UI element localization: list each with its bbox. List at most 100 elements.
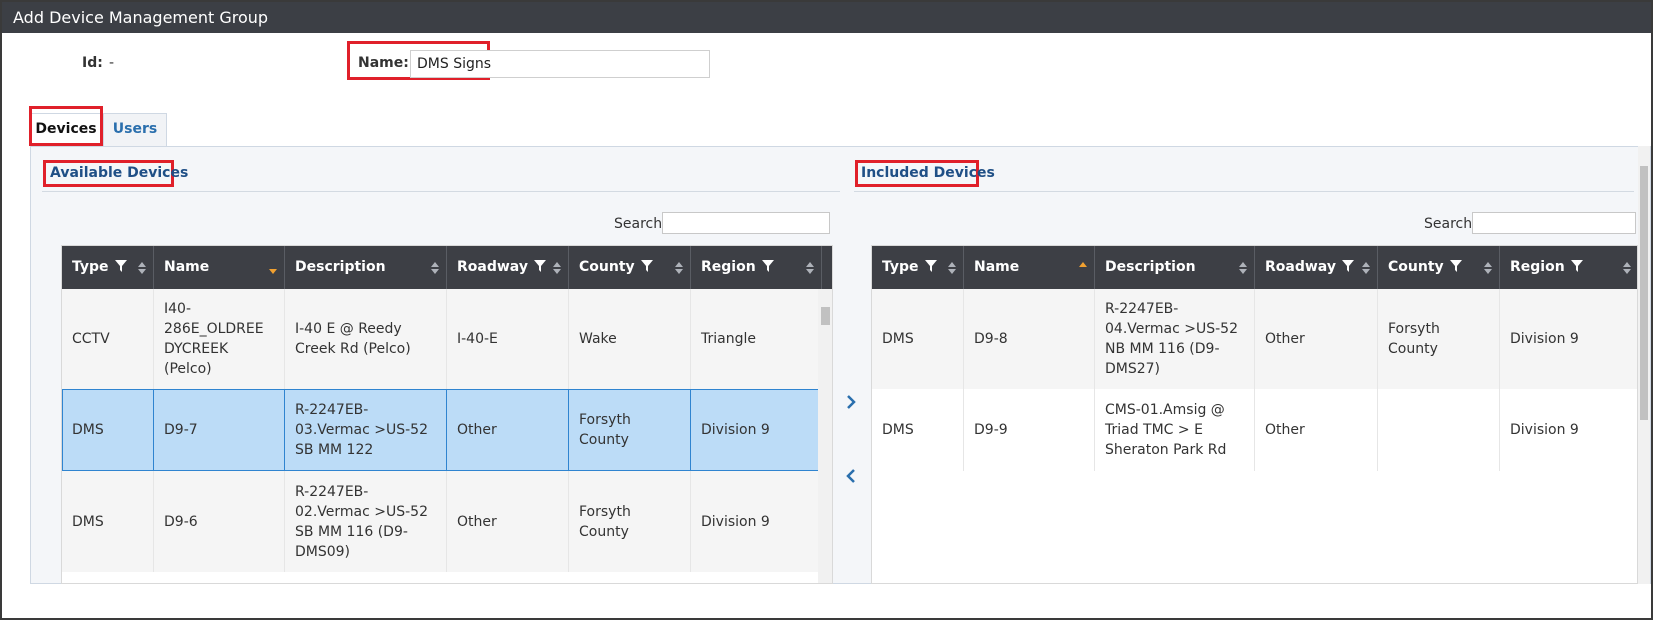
cell-text: I-40 E @ Reedy Creek Rd (Pelco) [295, 321, 411, 357]
cell-text: Other [1265, 422, 1305, 438]
panel-scroll-thumb[interactable] [1640, 166, 1648, 420]
sort-icon[interactable] [947, 260, 957, 276]
cell-name: D9-6 [154, 471, 285, 572]
cell-county: Wake [569, 289, 691, 389]
filter-icon[interactable] [1449, 260, 1462, 272]
filter-icon[interactable] [1570, 260, 1583, 272]
filter-icon[interactable] [1341, 260, 1354, 272]
table-row[interactable]: DMS D9-9 CMS-01.Amsig @ Triad TMC > E Sher… [872, 389, 1637, 471]
filter-icon[interactable] [533, 260, 546, 272]
window-title: Add Device Management Group [2, 2, 1651, 33]
cell-text: Division 9 [701, 513, 770, 530]
cell-text: R-2247EB- 03.Vermac >US-52 SB MM 122 [295, 402, 428, 458]
cell-text: Forsyth County [579, 503, 631, 540]
available-col-description[interactable]: Description [285, 246, 447, 289]
cell-text: Forsyth County [1388, 321, 1440, 357]
add-device-button[interactable] [841, 392, 861, 412]
included-col-type[interactable]: Type [872, 246, 964, 289]
available-col-county[interactable]: County [569, 246, 691, 289]
cell-name: D9-8 [964, 289, 1095, 389]
cell-text: DMS [882, 422, 914, 438]
table-row[interactable]: CCTV I40- 286E_OLDREE DYCREEK (Pelco) I-40… [62, 289, 822, 389]
cell-text: Wake [579, 331, 617, 347]
cell-county: Forsyth County [569, 389, 691, 471]
included-devices-title: Included Devices [861, 165, 995, 181]
included-grid-header: Type Name Description Roadway County Region [872, 246, 1637, 289]
cell-text: R-2247EB- 04.Vermac >US-52 NB MM 116 (D9… [1105, 301, 1238, 377]
devices-tab-highlight [29, 106, 103, 146]
included-grid-body: DMS D9-8 R-2247EB- 04.Vermac >US-52 NB MM … [872, 289, 1637, 471]
column-header-label: Type [882, 259, 919, 275]
available-col-region[interactable]: Region [691, 246, 822, 289]
sort-icon[interactable] [552, 260, 562, 276]
cell-description: I-40 E @ Reedy Creek Rd (Pelco) [285, 289, 447, 389]
panel-scrollbar[interactable] [1638, 146, 1650, 584]
sort-icon[interactable] [1238, 260, 1248, 276]
remove-device-button[interactable] [841, 466, 861, 486]
included-col-county[interactable]: County [1378, 246, 1500, 289]
cell-region: Division 9 [1500, 289, 1637, 389]
cell-text: Division 9 [1510, 422, 1579, 438]
cell-text: DMS [72, 513, 104, 530]
sort-icon[interactable] [1622, 260, 1632, 276]
cell-county [1378, 389, 1500, 471]
cell-region: Division 9 [1500, 389, 1637, 471]
sort-icon[interactable] [137, 260, 147, 276]
cell-type: DMS [872, 289, 964, 389]
tab-users[interactable]: Users [103, 113, 167, 146]
available-search-input[interactable] [662, 212, 830, 234]
cell-name: D9-7 [154, 389, 285, 471]
cell-description: CMS-01.Amsig @ Triad TMC > E Sheraton Pa… [1095, 389, 1255, 471]
group-form: Id: - Name: [2, 33, 1651, 103]
included-divider [854, 191, 1634, 192]
cell-type: DMS [62, 389, 154, 471]
included-search-input[interactable] [1472, 212, 1636, 234]
cell-text: D9-9 [974, 422, 1008, 438]
column-header-label: Name [974, 259, 1020, 275]
sort-desc-icon[interactable] [268, 260, 278, 276]
column-header-label: County [579, 259, 635, 275]
sort-icon[interactable] [805, 260, 815, 276]
included-col-region[interactable]: Region [1500, 246, 1637, 289]
included-col-description[interactable]: Description [1095, 246, 1255, 289]
filter-icon[interactable] [761, 260, 774, 272]
available-grid-scrollbar[interactable] [818, 289, 832, 583]
cell-type: CCTV [62, 289, 154, 389]
included-col-name[interactable]: Name [964, 246, 1095, 289]
sort-icon[interactable] [1483, 260, 1493, 276]
filter-icon[interactable] [924, 260, 937, 272]
column-header-label: Region [1510, 259, 1565, 275]
available-col-name[interactable]: Name [154, 246, 285, 289]
available-col-roadway[interactable]: Roadway [447, 246, 569, 289]
included-col-roadway[interactable]: Roadway [1255, 246, 1378, 289]
cell-roadway: I-40-E [447, 289, 569, 389]
cell-roadway: Other [1255, 289, 1378, 389]
cell-description: R-2247EB- 03.Vermac >US-52 SB MM 122 [285, 389, 447, 471]
cell-description: R-2247EB- 04.Vermac >US-52 NB MM 116 (D9… [1095, 289, 1255, 389]
cell-text: Triangle [701, 331, 756, 347]
id-label: Id: [82, 55, 103, 71]
available-grid-scroll-thumb[interactable] [821, 307, 830, 325]
cell-text: D9-6 [164, 513, 198, 530]
sort-icon[interactable] [1361, 260, 1371, 276]
table-row[interactable]: DMS D9-8 R-2247EB- 04.Vermac >US-52 NB MM … [872, 289, 1637, 389]
cell-roadway: Other [447, 389, 569, 471]
available-grid-body: CCTV I40- 286E_OLDREE DYCREEK (Pelco) I-40… [62, 289, 822, 572]
sort-icon[interactable] [674, 260, 684, 276]
name-input[interactable] [410, 50, 710, 78]
available-col-type[interactable]: Type [62, 246, 154, 289]
filter-icon[interactable] [640, 260, 653, 272]
cell-text: D9-8 [974, 331, 1008, 347]
table-row[interactable]: DMS D9-7 R-2247EB- 03.Vermac >US-52 SB MM … [62, 389, 822, 471]
filter-icon[interactable] [114, 260, 127, 272]
column-header-label: Roadway [1265, 259, 1336, 275]
cell-county: Forsyth County [1378, 289, 1500, 389]
cell-text: Other [457, 513, 497, 530]
cell-text: Division 9 [1510, 331, 1579, 347]
cell-region: Triangle [691, 289, 822, 389]
sort-icon[interactable] [430, 260, 440, 276]
available-devices-title: Available Devices [50, 165, 189, 181]
sort-asc-icon[interactable] [1078, 260, 1088, 276]
table-row[interactable]: DMS D9-6 R-2247EB- 02.Vermac >US-52 SB MM … [62, 471, 822, 572]
cell-type: DMS [62, 471, 154, 572]
